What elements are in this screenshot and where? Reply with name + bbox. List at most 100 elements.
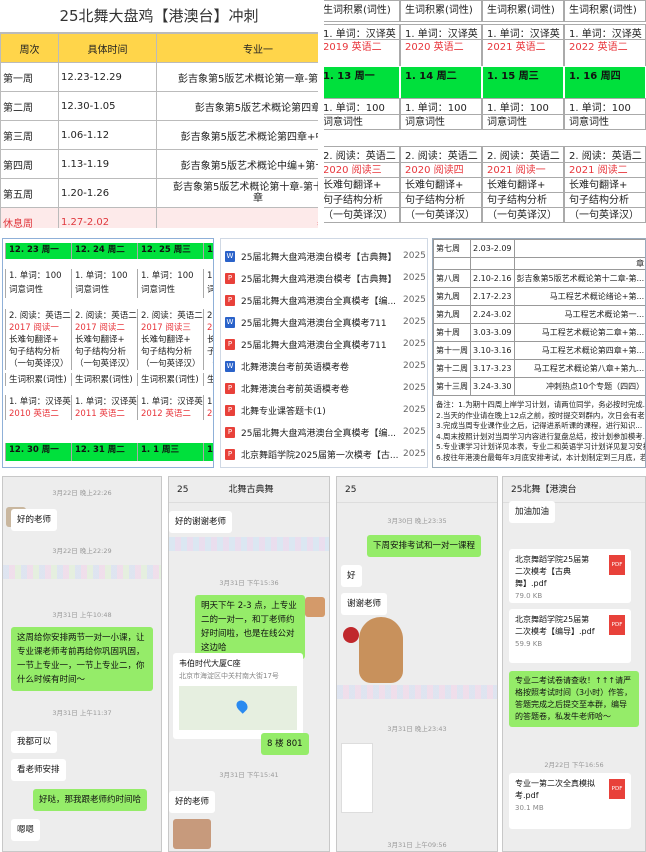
message-bubble[interactable]: 好的老师 — [11, 509, 58, 531]
timestamp: 3月31日 下午15:36 — [219, 579, 279, 587]
header-major: 专业一 — [156, 33, 318, 63]
task-cell: 章 — [513, 257, 645, 270]
week-cell — [433, 257, 471, 270]
message-bubble[interactable]: 好的老师 — [169, 791, 216, 813]
english-plan-sheet-2: 12. 23 周一 1. 单词：100 词意词性 2. 阅读：英语二 2017 阅读一长… — [2, 238, 214, 468]
message-bubble[interactable]: 谢谢老师 — [341, 593, 388, 615]
file-date: 2025 — [403, 449, 426, 459]
pdf-file-icon: P — [225, 404, 235, 416]
task-cell: 春节假期 — [156, 207, 318, 228]
file-row[interactable]: W 北舞港澳台考前英语模考卷 2025 — [221, 355, 427, 377]
note-line: 2.当天的作业请在晚上12点之前，按时提交到群内，次日会有老师... — [436, 410, 646, 420]
header-week: 周次 — [0, 33, 59, 63]
blurred-region — [3, 565, 161, 579]
table-row: 第二周 12.30-1.05 彭吉象第5版艺术概论第四章 — [0, 91, 318, 121]
week-cell: 第十三周 — [433, 377, 471, 396]
message-bubble[interactable]: 下周安排考试和一对一课程 — [367, 535, 482, 557]
grid-cell: 词意词性 — [71, 283, 137, 298]
message-bubble[interactable]: 好 — [341, 565, 362, 587]
schedule-sheet-1: 25北舞大盘鸡【港澳台】冲刺 周次 具体时间 专业一 第一周 12.23-12.2… — [0, 0, 318, 228]
grid-cell: 1. 1 周三 — [137, 443, 203, 461]
file-message[interactable]: 专业一第二次全真模拟考.pdf 30.1 MB PDF — [509, 773, 631, 829]
grid-cell: 词意 — [203, 283, 213, 298]
grid-cell: （一句英译汉） — [482, 206, 564, 223]
screenshot-thumbnail[interactable] — [341, 743, 373, 813]
notes-block: 备注：1.为期十四周上岸学习计划，请两位同学，务必按时完成... 2.当天的作业请… — [433, 396, 645, 467]
date-cell: 1.20-1.26 — [58, 178, 157, 208]
file-row[interactable]: P 25届北舞大盘鸡港澳台全真模考【编... 2025 — [221, 289, 427, 311]
bear-sticker[interactable] — [359, 617, 403, 683]
chat-header: 25北舞【港澳台 — [503, 477, 645, 503]
date-cell: 3.03-3.09 — [470, 323, 515, 342]
date-cell: 1.06-1.12 — [58, 120, 157, 150]
timestamp: 3月31日 下午15:41 — [219, 771, 279, 779]
note-line: 5.专业课学习计划详见本表，专业二和英语学习计划详见复习安排... — [436, 442, 646, 451]
file-row[interactable]: P 北舞港澳台考前英语模考卷 2025 — [221, 377, 427, 399]
grid-cell: 词意词性 — [482, 113, 564, 130]
grid-cell: 2013 — [203, 407, 213, 420]
date-cell: 2.24-3.02 — [470, 305, 515, 324]
message-bubble[interactable]: 好哒，那我跟老师约时间哈 — [33, 789, 148, 811]
schedule-sheet-2: 第七周 2.03-2.09 章第八周 2.10-2.16 彭吉象第5版艺术概论第十二章-… — [432, 238, 646, 468]
file-message[interactable]: 北京舞蹈学院25届第二次模考【古典舞】.pdf 79.0 KB PDF — [509, 549, 631, 603]
grid-cell: 生词积累(词性) — [482, 0, 564, 22]
date-cell: 2.10-2.16 — [470, 269, 515, 288]
file-size: 59.9 KB — [515, 640, 543, 648]
message-bubble[interactable]: 8 楼 801 — [261, 733, 309, 755]
table-row: 第九周 2.24-3.02 马工程艺术概论第一... — [433, 305, 645, 324]
file-row[interactable]: P 25届北舞大盘鸡港澳台全真模考711 2025 — [221, 333, 427, 355]
grid-cell: 词意词性 — [400, 113, 482, 130]
file-row[interactable]: P 北舞专业课答题卡(1) 2025 — [221, 399, 427, 421]
date-cell: 12.30-1.05 — [58, 91, 157, 121]
rose-icon — [343, 627, 359, 643]
grid-cell: （一句英译汉） — [324, 206, 400, 223]
location-card[interactable]: 韦伯时代大厦C座 北京市海淀区中关村南大街17号 — [173, 653, 303, 739]
chat-window-1: 3月22日 晚上22:26 好的老师 3月22日 晚上22:29 3月31日 上… — [2, 476, 162, 852]
file-row[interactable]: P 25届北舞大盘鸡港澳台全真模考【编... 2025 — [221, 421, 427, 443]
grid-cell: 12. 25 周三 — [137, 243, 203, 259]
file-row[interactable]: P 25届北舞大盘鸡港澳台模考【古典舞】 2025 — [221, 267, 427, 289]
table-row: 第八周 2.10-2.16 彭吉象第5版艺术概论第十二章-第... — [433, 269, 645, 288]
map-pin-icon — [234, 698, 250, 714]
message-bubble[interactable]: 加油加油 — [509, 501, 556, 523]
week-cell: 第五周 — [0, 178, 59, 208]
message-bubble[interactable]: 我都可以 — [11, 731, 58, 753]
english-plan-sheet: 生词积累(词性) 1. 单词：汉译英 2019 英语二 1. 13 周一 1. 单词：1… — [324, 0, 646, 228]
file-row[interactable]: P 北京舞蹈学院2025届第一次模考【古... 2025 — [221, 443, 427, 465]
timestamp: 3月31日 上午09:56 — [387, 841, 447, 849]
message-bubble[interactable]: 这周给你安排两节一对一小课，让专业课老师考前再给你巩固巩固，一节上专业一，一节上… — [11, 627, 153, 691]
task-cell: 彭吉象第5版艺术概论中编+第十章 — [156, 149, 318, 179]
pdf-file-icon: P — [225, 272, 235, 284]
date-cell — [470, 257, 515, 270]
location-name: 韦伯时代大厦C座 — [179, 659, 241, 668]
message-bubble[interactable]: 好的谢谢老师 — [169, 511, 233, 533]
file-row[interactable]: W 25届北舞大盘鸡港澳台全真模考711 2025 — [221, 311, 427, 333]
table-row-rest: 休息周1.27-2.02春节假期 — [0, 207, 318, 228]
file-name: 25届北舞大盘鸡港澳台全真模考711 — [241, 318, 387, 329]
photo-thumbnail[interactable] — [173, 819, 211, 849]
task-cell: 冲刺热点10个专题（四四） — [513, 377, 645, 396]
file-name: 北舞港澳台考前英语模考卷 — [241, 384, 350, 395]
message-bubble[interactable]: 专业二考试卷请查收！↑↑↑请严格按照考试时间（3小时）作答，答题完成之后提交至本… — [509, 671, 639, 727]
file-row[interactable]: W 25届北舞大盘鸡港澳台模考【古典舞】 2025 — [221, 245, 427, 267]
message-bubble[interactable]: 明天下午 2-3 点，上专业二的一对一，和丁老师约好时间啦，也是在线公对这边哈 — [195, 595, 305, 659]
task-cell: 马工程艺术概论第八章+第九... — [513, 359, 645, 378]
grid-cell: 12. 30 周一 — [5, 443, 71, 461]
week-cell: 第四周 — [0, 149, 59, 179]
pdf-icon: PDF — [609, 615, 625, 635]
week-cell: 第三周 — [0, 120, 59, 150]
grid-cell: （一句英译汉） — [5, 357, 71, 370]
file-list-panel: W 25届北舞大盘鸡港澳台模考【古典舞】 2025 P 25届北舞大盘鸡港澳台模考【古典… — [220, 238, 428, 468]
file-message[interactable]: 北京舞蹈学院25届第二次模考【编导】.pdf 59.9 KB PDF — [509, 609, 631, 663]
message-bubble[interactable]: 嗯嗯 — [11, 819, 41, 841]
blurred-region — [169, 537, 329, 551]
grid-cell: 2022 英语二 — [564, 38, 646, 68]
grid-cell: 2010 英语二 — [5, 407, 71, 420]
chat-title: 25 — [345, 485, 357, 495]
message-bubble[interactable]: 看老师安排 — [11, 759, 66, 781]
week-cell: 休息周 — [0, 207, 59, 228]
note-line: 3.完成当周专业课作业之后，记得进系听课的课程，进行知识... — [436, 421, 643, 430]
date-cell: 1.13-1.19 — [58, 149, 157, 179]
file-name: 北京舞蹈学院25届第二次模考【古典舞】.pdf — [515, 555, 590, 588]
pdf-file-icon: P — [225, 338, 235, 350]
